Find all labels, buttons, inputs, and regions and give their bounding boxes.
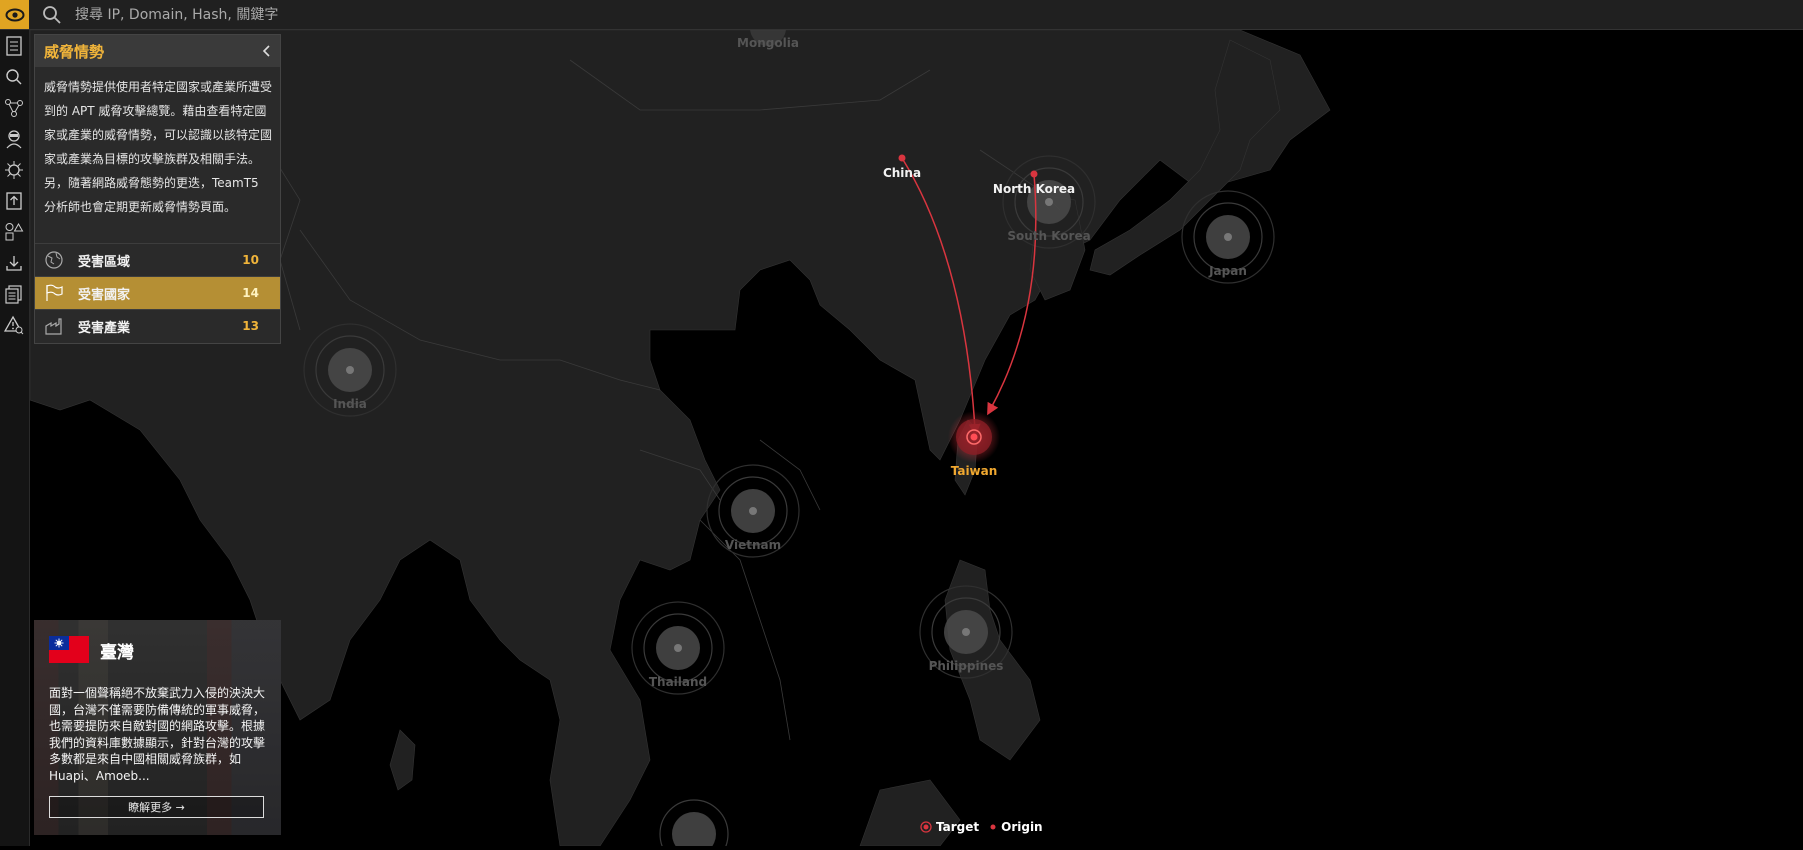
search-input[interactable] [73, 4, 777, 26]
factory-icon [44, 316, 64, 336]
label-taiwan: Taiwan [951, 464, 998, 478]
legend-origin: Origin [1001, 820, 1043, 834]
globe-icon [44, 250, 64, 270]
virus-icon[interactable] [3, 159, 25, 181]
taiwan-flag-icon [49, 636, 89, 663]
marker-bottom [659, 799, 729, 850]
stat-count: 13 [242, 319, 259, 333]
label-philippines: Philippines [929, 659, 1004, 673]
learn-more-button[interactable]: 瞭解更多 → [49, 796, 264, 818]
flag-icon [44, 283, 64, 303]
country-description: 面對一個聲稱絕不放棄武力入侵的泱泱大國，台灣不僅需要防備傳統的軍事威脅，也需要提… [49, 686, 266, 783]
hacker-icon[interactable] [3, 128, 25, 150]
label-thailand: Thailand [649, 675, 707, 689]
download-icon[interactable] [3, 252, 25, 274]
panel-description: 威脅情勢提供使用者特定國家或產業所遭受到的 APT 威脅攻擊總覽。藉由查看特定國… [44, 80, 273, 214]
label-vietnam: Vietnam [725, 538, 781, 552]
threat-warning-icon[interactable] [3, 314, 25, 336]
country-name: 臺灣 [100, 643, 134, 663]
top-bar [0, 0, 1803, 30]
stat-label: 受害產業 [78, 320, 131, 336]
legend-target: Target [936, 820, 980, 834]
target-legend-icon [920, 821, 932, 833]
country-card: 臺灣 面對一個聲稱絕不放棄武力入侵的泱泱大國，台灣不僅需要防備傳統的軍事威脅，也… [34, 620, 281, 835]
stat-row-industries[interactable]: 受害產業 13 [35, 309, 280, 342]
stat-count: 14 [242, 286, 259, 300]
label-north-korea: North Korea [993, 182, 1075, 196]
panel-header: 威脅情勢 [35, 35, 280, 67]
document-list-icon[interactable] [3, 35, 25, 57]
upload-icon[interactable] [3, 190, 25, 212]
shapes-icon[interactable] [3, 221, 25, 243]
side-nav [0, 30, 30, 846]
stat-label: 受害國家 [78, 287, 131, 303]
stat-count: 10 [242, 253, 259, 267]
threat-situation-panel: 威脅情勢 威脅情勢提供使用者特定國家或產業所遭受到的 APT 威脅攻擊總覽。藉由… [34, 34, 281, 344]
network-graph-icon[interactable] [3, 97, 25, 119]
search-nav-icon[interactable] [3, 66, 25, 88]
label-japan: Japan [1208, 264, 1247, 278]
origin-legend-icon [990, 824, 996, 830]
target-marker-taiwan [948, 411, 1000, 463]
label-china: China [883, 166, 921, 180]
search-icon [42, 5, 62, 29]
stat-row-countries[interactable]: 受害國家 14 [35, 276, 280, 309]
origin-dot-china [898, 154, 906, 162]
origin-dot-north-korea [1030, 170, 1038, 178]
reports-icon[interactable] [3, 283, 25, 305]
label-south-korea: South Korea [1007, 229, 1090, 243]
sri-lanka-landmass [389, 729, 416, 791]
stat-row-regions[interactable]: 受害區域 10 [35, 243, 280, 276]
map-svg: Mongolia China North Korea South Korea J… [29, 10, 1331, 850]
panel-title: 威脅情勢 [44, 42, 105, 61]
borneo-landmass [859, 779, 961, 847]
threat-map[interactable]: Mongolia China North Korea South Korea J… [29, 10, 1803, 850]
map-legend: Target Origin [920, 820, 1053, 834]
stat-label: 受害區域 [78, 254, 131, 270]
label-mongolia: Mongolia [737, 36, 799, 50]
collapse-chevron-icon[interactable] [261, 44, 271, 58]
label-india: India [333, 397, 367, 411]
eye-logo-icon[interactable] [0, 0, 29, 29]
